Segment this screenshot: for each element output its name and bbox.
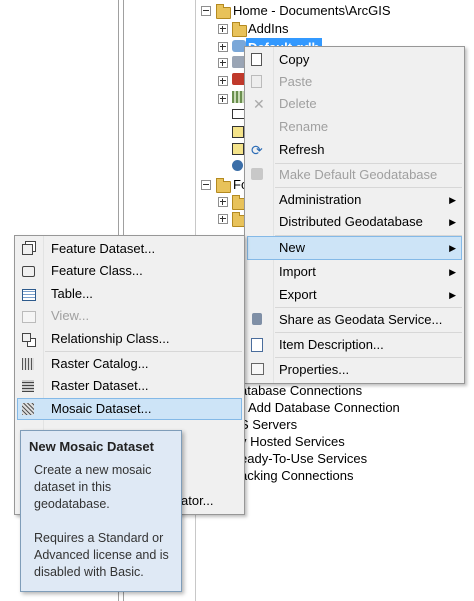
menu-item-feature-class[interactable]: Feature Class...: [17, 260, 242, 282]
tree-item-add-database-connection[interactable]: Add Database Connection: [248, 399, 400, 416]
menu-item-label: Export: [279, 287, 317, 302]
tree-item-my-hosted-services[interactable]: y Hosted Services: [240, 433, 345, 450]
tree-item-gis-servers[interactable]: S Servers: [240, 416, 297, 433]
menu-item-raster-catalog[interactable]: Raster Catalog...: [17, 353, 242, 375]
checkbox-icon: [232, 143, 244, 155]
expand-toggle[interactable]: [218, 76, 228, 86]
table-icon: [22, 289, 36, 301]
menu-item-rename[interactable]: Rename: [247, 116, 462, 138]
menu-item-properties[interactable]: Properties...: [247, 359, 462, 381]
refresh-icon: ⟳: [251, 142, 263, 158]
menu-item-label: Feature Dataset...: [51, 241, 156, 256]
menu-item-label: Rename: [279, 119, 329, 134]
menu-item-label: Share as Geodata Service...: [279, 312, 443, 327]
menu-item-label: Raster Dataset...: [51, 378, 149, 393]
geodatabase-icon: [251, 168, 263, 180]
menu-item-label: Feature Class...: [51, 263, 143, 278]
feature-dataset-icon: [22, 244, 33, 255]
home-folder-icon: [216, 4, 231, 19]
menu-item-delete[interactable]: ✕ Delete: [247, 93, 462, 115]
menu-item-label: View...: [51, 308, 90, 323]
paste-icon: [251, 75, 262, 88]
menu-item-label: Properties...: [279, 362, 350, 377]
menu-separator: [275, 332, 462, 333]
submenu-arrow-icon: ▶: [449, 290, 456, 300]
tooltip-new-mosaic-dataset: New Mosaic Dataset Create a new mosaic d…: [20, 430, 182, 592]
folder-connections-icon: [216, 178, 231, 193]
expand-toggle[interactable]: [218, 197, 228, 207]
menu-item-label: Item Description...: [279, 337, 384, 352]
tooltip-license-note: Requires a Standard or Advanced license …: [34, 531, 169, 579]
menu-item-raster-dataset[interactable]: Raster Dataset...: [17, 375, 242, 397]
menu-item-export[interactable]: Export ▶: [247, 284, 462, 306]
menu-item-import[interactable]: Import ▶: [247, 261, 462, 283]
menu-item-refresh[interactable]: ⟳ Refresh: [247, 139, 462, 161]
menu-item-label: Make Default Geodatabase: [279, 167, 438, 182]
menu-item-label: Relationship Class...: [51, 331, 170, 346]
menu-item-item-description[interactable]: Item Description...: [247, 334, 462, 356]
item-description-icon: [251, 338, 263, 352]
menu-item-label: ator...: [181, 493, 214, 508]
menu-item-view[interactable]: View...: [17, 305, 242, 327]
menu-item-table[interactable]: Table...: [17, 283, 242, 305]
globe-icon: [232, 160, 243, 171]
tree-item-database-connections[interactable]: atabase Connections: [240, 382, 362, 399]
copy-icon: [251, 53, 262, 66]
expand-toggle[interactable]: [218, 214, 228, 224]
feature-class-icon: [22, 266, 35, 277]
collapse-toggle[interactable]: [201, 180, 211, 190]
menu-item-label: Administration: [279, 192, 362, 207]
submenu-arrow-icon: ▶: [449, 243, 456, 253]
menu-item-mosaic-dataset[interactable]: Mosaic Dataset...: [17, 398, 242, 420]
menu-item-label: Mosaic Dataset...: [51, 401, 152, 416]
tree-item-tracking-connections[interactable]: acking Connections: [240, 467, 353, 484]
menu-item-label: Copy: [279, 52, 310, 67]
raster-dataset-icon: [22, 380, 34, 392]
mosaic-dataset-icon: [22, 403, 34, 415]
menu-item-copy[interactable]: Copy: [247, 49, 462, 71]
tree-item-addins[interactable]: AddIns: [248, 21, 288, 36]
tree-item-home[interactable]: Home - Documents\ArcGIS: [233, 3, 391, 18]
menu-separator: [45, 351, 242, 352]
relationship-class-icon: [22, 333, 31, 342]
menu-item-relationship-class[interactable]: Relationship Class...: [17, 328, 242, 350]
menu-item-make-default-geodatabase[interactable]: Make Default Geodatabase: [247, 164, 462, 186]
submenu-arrow-icon: ▶: [449, 267, 456, 277]
checkbox-icon: [232, 126, 244, 138]
menu-item-label: Import: [279, 264, 316, 279]
expand-toggle[interactable]: [218, 94, 228, 104]
menu-item-label: Refresh: [279, 142, 325, 157]
menu-item-label: Table...: [51, 286, 93, 301]
menu-separator: [275, 307, 462, 308]
submenu-arrow-icon: ▶: [449, 195, 456, 205]
tooltip-title: New Mosaic Dataset: [29, 439, 154, 454]
share-service-icon: [252, 313, 262, 325]
expand-toggle[interactable]: [218, 58, 228, 68]
menu-item-paste[interactable]: Paste: [247, 71, 462, 93]
expand-toggle[interactable]: [218, 42, 228, 52]
menu-separator: [275, 357, 462, 358]
raster-catalog-icon: [22, 358, 34, 370]
context-menu: Copy Paste ✕ Delete Rename ⟳ Refresh Mak…: [244, 46, 465, 384]
menu-separator: [275, 187, 462, 188]
menu-item-label: Raster Catalog...: [51, 356, 149, 371]
view-icon: [22, 311, 36, 323]
menu-item-feature-dataset[interactable]: Feature Dataset...: [17, 238, 242, 260]
menu-item-label: Distributed Geodatabase: [279, 214, 423, 229]
menu-item-administration[interactable]: Administration ▶: [247, 189, 462, 211]
properties-icon: [251, 363, 264, 375]
menu-item-label: Delete: [279, 96, 317, 111]
menu-item-label: New: [279, 240, 306, 255]
menu-item-new[interactable]: New ▶: [247, 236, 462, 260]
delete-icon: ✕: [253, 96, 265, 112]
collapse-toggle[interactable]: [201, 6, 211, 16]
submenu-arrow-icon: ▶: [449, 217, 456, 227]
expand-toggle[interactable]: [218, 24, 228, 34]
menu-item-distributed-geodatabase[interactable]: Distributed Geodatabase ▶: [247, 211, 462, 233]
folder-icon: [232, 22, 247, 37]
tooltip-description: Create a new mosaic dataset in this geod…: [34, 463, 152, 511]
tree-item-ready-to-use-services[interactable]: eady-To-Use Services: [240, 450, 367, 467]
menu-item-label: Paste: [279, 74, 313, 89]
menu-item-share-as-geodata-service[interactable]: Share as Geodata Service...: [247, 309, 462, 331]
